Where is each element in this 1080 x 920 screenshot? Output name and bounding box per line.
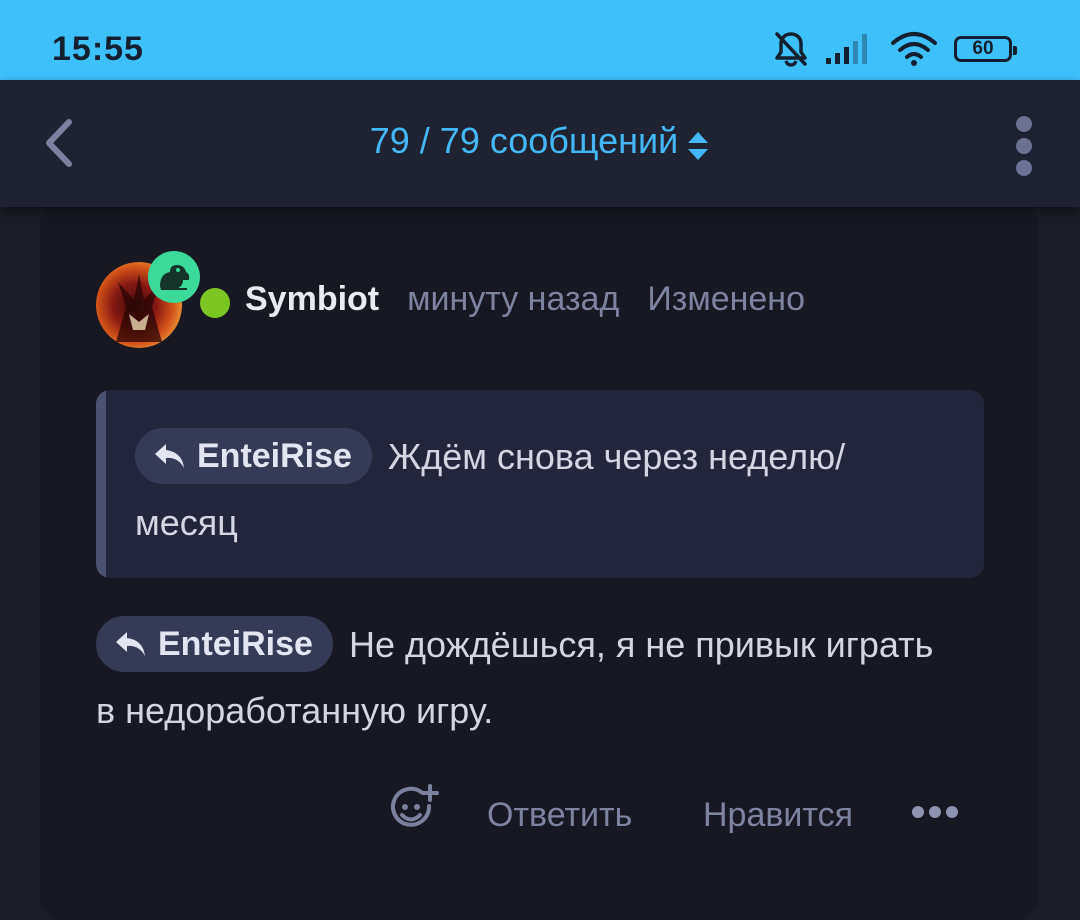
quote-content: EnteiRise Ждём снова через неделю/ месяц	[135, 424, 948, 556]
reply-mention-name: EnteiRise	[158, 625, 313, 664]
online-indicator	[200, 288, 230, 318]
add-reaction-icon	[391, 784, 439, 827]
status-icons: 60	[772, 26, 1017, 72]
sort-updown-icon	[688, 131, 709, 160]
battery-icon: 60	[954, 36, 1017, 62]
status-bar: 15:55 60	[0, 0, 1080, 80]
status-time: 15:55	[52, 30, 144, 68]
bell-off-icon	[775, 32, 807, 67]
message-counter[interactable]: 79 / 79 сообщений	[0, 120, 1080, 162]
like-button[interactable]: Нравится	[703, 796, 853, 835]
more-vertical-icon[interactable]	[1006, 116, 1042, 176]
user-badge	[148, 251, 200, 303]
message-card: Symbiot минуту назад Изменено EnteiRise Ж…	[40, 200, 1038, 920]
frog-icon	[160, 265, 190, 290]
message-actions: Ответить Нравится	[40, 784, 1038, 840]
reply-icon	[116, 632, 145, 657]
post-meta: Symbiot минуту назад Изменено	[245, 280, 805, 319]
battery-level: 60	[972, 38, 994, 59]
edited-label: Изменено	[647, 280, 805, 318]
reply-mention-chip[interactable]: EnteiRise	[96, 616, 333, 673]
quoted-message[interactable]: EnteiRise Ждём снова через неделю/ месяц	[96, 390, 984, 578]
quote-bar	[96, 390, 106, 578]
signal-icon	[826, 34, 867, 64]
post-timestamp: минуту назад	[407, 280, 620, 318]
reply-button[interactable]: Ответить	[487, 796, 632, 835]
quote-mention-name: EnteiRise	[197, 437, 352, 476]
page-title: 79 / 79 сообщений	[369, 120, 679, 161]
author-name[interactable]: Symbiot	[245, 280, 379, 319]
reply-icon	[155, 444, 184, 469]
more-horizontal-icon[interactable]	[912, 806, 958, 818]
wifi-icon	[891, 32, 937, 66]
message-body: EnteiRise Не дождёшься, я не привык играт…	[96, 612, 942, 744]
app-bar: 79 / 79 сообщений	[0, 80, 1080, 207]
add-reaction-button[interactable]	[388, 784, 440, 836]
quote-mention-chip[interactable]: EnteiRise	[135, 428, 372, 485]
